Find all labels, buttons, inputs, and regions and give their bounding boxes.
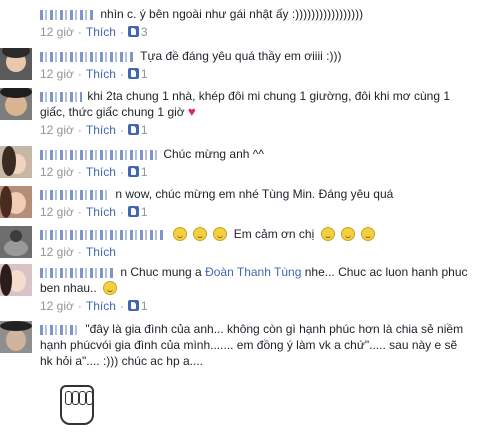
like-button[interactable]: Thích bbox=[86, 299, 116, 313]
like-button[interactable]: Thích bbox=[86, 25, 116, 39]
comment-time[interactable]: 12 giờ bbox=[40, 299, 74, 313]
comment-meta: 12 giờ · Thích · 1 bbox=[40, 299, 148, 313]
like-button[interactable]: Thích bbox=[86, 67, 116, 81]
emoji-smile-icon bbox=[213, 227, 228, 241]
like-icon bbox=[127, 206, 139, 217]
comment-text-continued: hk hỏi a".... :))) chúc ac hp a.... bbox=[40, 354, 203, 368]
like-icon bbox=[127, 300, 139, 311]
fist-sticker bbox=[60, 385, 94, 425]
avatar[interactable] bbox=[0, 186, 32, 218]
comment-text-continued: ben nhau.. bbox=[40, 281, 97, 295]
comment-text: Tựa đề đáng yêu quá thầy em ơiiii :))) bbox=[140, 49, 342, 63]
commenter-name[interactable] bbox=[40, 267, 115, 278]
comment-text-continued: hạnh phúcvói gia đình của mình....... em… bbox=[40, 338, 458, 352]
commenter-name[interactable] bbox=[40, 51, 135, 62]
comment-meta: 12 giờ · Thích · 3 bbox=[40, 25, 148, 39]
comment-text: n Chuc mung a bbox=[120, 265, 202, 279]
comment-time[interactable]: 12 giờ bbox=[40, 205, 74, 219]
comment-meta: 12 giờ · Thích bbox=[40, 245, 116, 259]
commenter-name[interactable] bbox=[40, 189, 110, 200]
commenter-name[interactable] bbox=[40, 149, 158, 160]
comment-text: nhìn c. ý bên ngoài như gái nhật ấy :)))… bbox=[100, 7, 364, 21]
avatar[interactable] bbox=[0, 321, 32, 353]
like-count[interactable]: 1 bbox=[141, 165, 148, 179]
comment-text: nhe... Chuc ac luon hanh phuc bbox=[304, 265, 468, 279]
avatar[interactable] bbox=[0, 48, 32, 80]
comment-time[interactable]: 12 giờ bbox=[40, 165, 74, 179]
comment-text: Em cảm ơn chị bbox=[233, 227, 315, 241]
emoji-smile-icon bbox=[173, 227, 188, 241]
like-icon bbox=[127, 68, 139, 79]
comment-text: khi 2ta chung 1 nhà, khép đôi mi chung 1… bbox=[87, 89, 451, 103]
comment-meta: 12 giờ · Thích · 1 bbox=[40, 165, 148, 179]
emoji-smile-icon bbox=[360, 227, 375, 241]
commenter-name[interactable] bbox=[40, 324, 80, 335]
comment-time[interactable]: 12 giờ bbox=[40, 245, 74, 259]
like-button[interactable]: Thích bbox=[86, 123, 116, 137]
like-icon bbox=[127, 124, 139, 135]
like-count[interactable]: 1 bbox=[141, 299, 148, 313]
avatar[interactable] bbox=[0, 146, 32, 178]
comment-time[interactable]: 12 giờ bbox=[40, 123, 74, 137]
avatar[interactable] bbox=[0, 264, 32, 296]
avatar[interactable] bbox=[0, 88, 32, 120]
comment-time[interactable]: 12 giờ bbox=[40, 67, 74, 81]
commenter-name[interactable] bbox=[40, 91, 82, 102]
like-button[interactable]: Thích bbox=[86, 205, 116, 219]
like-button[interactable]: Thích bbox=[86, 245, 116, 259]
comment-time[interactable]: 12 giờ bbox=[40, 25, 74, 39]
emoji-smile-icon bbox=[193, 227, 208, 241]
like-count[interactable]: 3 bbox=[141, 25, 148, 39]
tagged-person-link[interactable]: Đoàn Thanh Tùng bbox=[205, 265, 301, 279]
comment-meta: 12 giờ · Thích · 1 bbox=[40, 205, 148, 219]
like-icon bbox=[127, 166, 139, 177]
heart-icon: ♥ bbox=[188, 104, 196, 119]
like-count[interactable]: 1 bbox=[141, 67, 148, 81]
commenter-name[interactable] bbox=[40, 229, 165, 240]
comment-meta: 12 giờ · Thích · 1 bbox=[40, 123, 148, 137]
emoji-smile-icon bbox=[103, 281, 118, 295]
like-icon bbox=[127, 26, 139, 37]
emoji-smile-icon bbox=[340, 227, 355, 241]
like-count[interactable]: 1 bbox=[141, 123, 148, 137]
avatar[interactable] bbox=[0, 226, 32, 258]
comment-text: "đây là gia đình của anh... không còn gì… bbox=[85, 322, 464, 336]
comment-text: n wow, chúc mừng em nhé Tùng Min. Đáng y… bbox=[115, 187, 394, 201]
commenter-name[interactable] bbox=[40, 9, 95, 20]
comment-text-continued: giấc, thức giấc chung 1 giờ bbox=[40, 105, 185, 119]
like-button[interactable]: Thích bbox=[86, 165, 116, 179]
like-count[interactable]: 1 bbox=[141, 205, 148, 219]
comment-text: Chúc mừng anh ^^ bbox=[163, 147, 265, 161]
comment-meta: 12 giờ · Thích · 1 bbox=[40, 67, 148, 81]
emoji-smile-icon bbox=[320, 227, 335, 241]
